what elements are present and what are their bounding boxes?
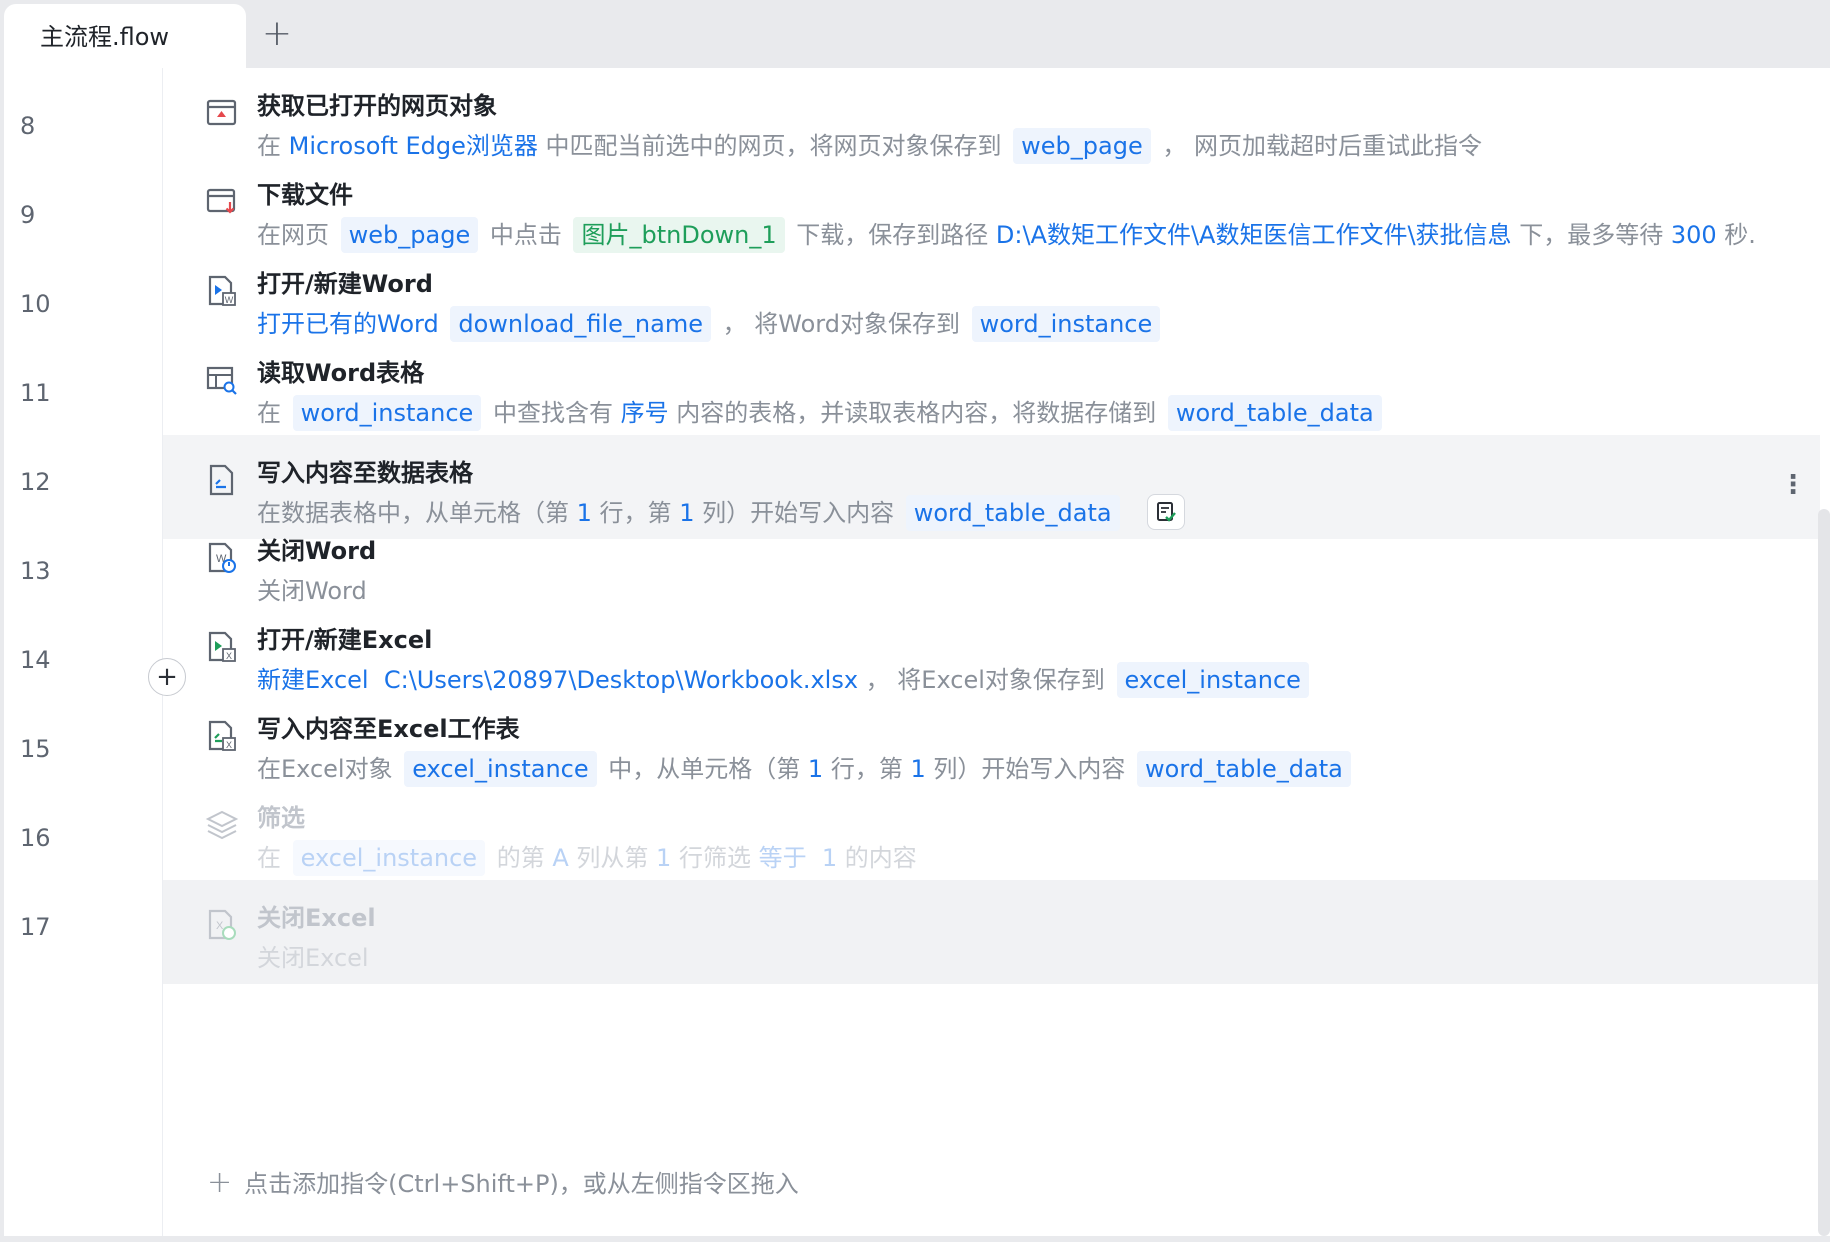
insert-step-button[interactable]: + [148,658,186,696]
desc-text: 行，第 [823,755,911,783]
step-title: 筛选 [257,804,305,832]
flow-editor: 8 9 10 11 12 13 14 15 16 17 获取已打开的网页对象 在… [4,68,1830,1236]
col-value[interactable]: A [552,844,568,872]
line-number: 15 [20,735,51,763]
path-link[interactable]: C:\Users\20897\Desktop\Workbook.xlsx [384,666,858,694]
desc-text: 关闭Word [257,577,367,605]
table-search-icon [205,363,239,397]
svg-text:W: W [225,295,234,305]
step-title: 打开/新建Excel [257,626,433,654]
line-number: 17 [20,913,51,941]
step-filter[interactable]: 筛选 在 excel_instance 的第 A 列从第 1 行筛选 等于 1 … [163,780,1820,884]
path-link[interactable]: D:\A数矩工作文件\A数矩医信工作文件\获批信息 [996,221,1512,249]
step-desc: 在 word_instance 中查找含有 序号 内容的表格，并读取表格内容，将… [257,393,1386,433]
step-close-excel[interactable]: X 关闭Excel 关闭Excel [163,880,1820,984]
excel-write-icon: X [205,719,239,753]
seconds-value[interactable]: 300 [1671,221,1717,249]
step-title: 写入内容至数据表格 [257,459,473,487]
line-number: 11 [20,379,51,407]
line-number: 8 [20,112,36,140]
tab-main-flow[interactable]: 主流程.flow [4,4,246,68]
step-list: 获取已打开的网页对象 在 Microsoft Edge浏览器 中匹配当前选中的网… [163,68,1830,1236]
step-title: 关闭Excel [257,904,376,932]
desc-text: 行筛选 [671,844,759,872]
add-tab-button[interactable]: + [258,12,296,56]
sheet-write-icon [205,463,239,497]
desc-text: 的第 [489,844,553,872]
desc-text: ， 将Word对象保存到 [715,310,968,338]
svg-text:X: X [226,651,232,661]
more-options-icon[interactable]: ⋮ [1780,472,1806,503]
excel-open-icon: X [205,630,239,664]
desc-text: 在 [257,132,289,160]
step-title: 关闭Word [257,537,377,565]
line-gutter: 8 9 10 11 12 13 14 15 16 17 [4,68,163,1236]
desc-text: 中点击 [482,221,570,249]
col-value[interactable]: 1 [910,755,925,783]
excel-close-icon: X [205,908,239,942]
step-desc: 在 excel_instance 的第 A 列从第 1 行筛选 等于 1 的内容 [257,838,917,878]
mode-link[interactable]: 打开已有的Word [257,310,439,338]
row-value[interactable]: 1 [656,844,671,872]
download-icon [205,185,239,219]
step-title: 下载文件 [257,181,353,209]
step-title: 读取Word表格 [257,359,425,387]
line-number: 16 [20,824,51,852]
line-number: 14 [20,646,51,674]
variable-chip[interactable]: excel_instance [292,840,486,876]
svg-text:X: X [226,740,232,750]
mode-link[interactable]: 新建Excel [257,666,369,694]
desc-text: 列）开始写入内容 [925,755,1133,783]
tab-label: 主流程.flow [40,23,170,51]
line-number: 9 [20,201,36,229]
desc-text: 秒... [1724,221,1757,249]
browser-link[interactable]: Microsoft Edge浏览器 [289,132,538,160]
desc-text: 中查找含有 [485,399,621,427]
variable-chip[interactable]: word_instance [292,395,482,431]
step-title: 获取已打开的网页对象 [257,92,497,120]
desc-text: ， 网页加载超时后重试此指令 [1154,132,1482,160]
vertical-scrollbar[interactable] [1818,509,1830,1236]
tab-bar: 主流程.flow + [0,0,1830,68]
desc-text: 下，最多等待 [1511,221,1671,249]
add-hint-text: 点击添加指令(Ctrl+Shift+P)，或从左侧指令区拖入 [244,1170,799,1198]
desc-text: 关闭Excel [257,944,369,972]
step-read-word-table[interactable]: 读取Word表格 在 word_instance 中查找含有 序号 内容的表格，… [163,335,1820,439]
desc-text: 下载，保存到路径 [788,221,996,249]
desc-text: 在 [257,399,289,427]
desc-text: 内容的表格，并读取表格内容，将数据存储到 [668,399,1164,427]
desc-text: ， 将Excel对象保存到 [858,666,1113,694]
desc-text: 在Excel对象 [257,755,401,783]
keyword-link[interactable]: 序号 [621,399,669,427]
line-number: 10 [20,290,51,318]
word-open-icon: W [205,274,239,308]
desc-text: 的内容 [837,844,917,872]
filter-value[interactable]: 1 [822,844,837,872]
line-number: 13 [20,557,51,585]
variable-chip[interactable]: word_table_data [1167,395,1382,431]
add-command-hint[interactable]: + 点击添加指令(Ctrl+Shift+P)，或从左侧指令区拖入 [207,1163,799,1204]
step-desc: 关闭Excel [257,938,369,978]
step-title: 写入内容至Excel工作表 [257,715,520,743]
layers-filter-icon [205,808,239,842]
plus-icon: + [207,1165,233,1200]
desc-text: 中匹配当前选中的网页，将网页对象保存到 [537,132,1010,160]
row-value[interactable]: 1 [808,755,823,783]
word-close-icon: W [205,541,239,575]
operator-link[interactable]: 等于 [759,844,807,872]
step-title: 打开/新建Word [257,270,433,298]
desc-text: 在网页 [257,221,337,249]
desc-text: 中，从单元格（第 [600,755,808,783]
browser-window-icon [205,96,239,130]
desc-text: 列从第 [568,844,657,872]
desc-text: 在 [257,844,289,872]
line-number: 12 [20,468,51,496]
